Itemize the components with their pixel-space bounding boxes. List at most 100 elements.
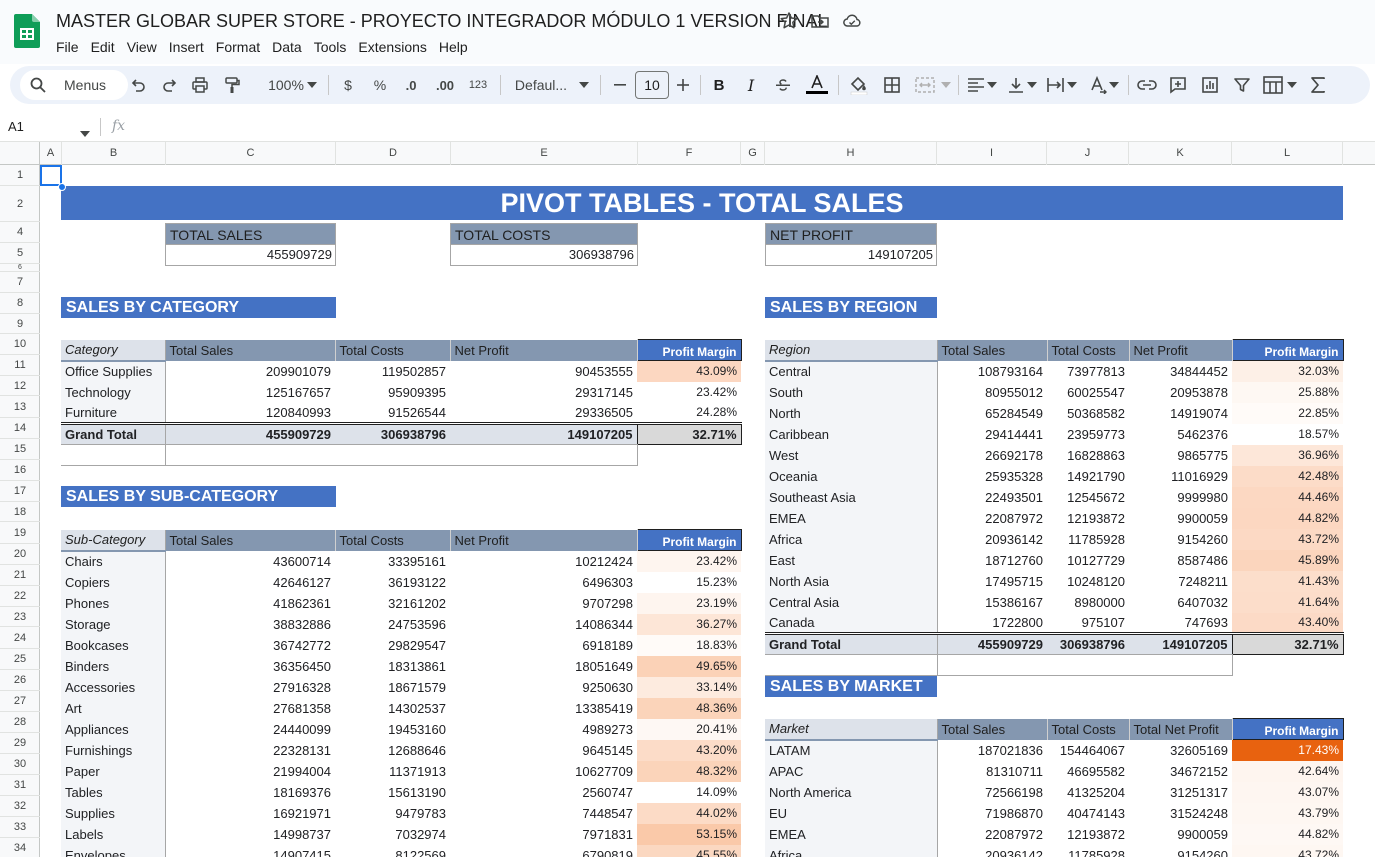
value-cell[interactable]: 23959773: [1047, 424, 1129, 445]
value-cell[interactable]: 32161202: [335, 593, 450, 614]
menu-file[interactable]: File: [56, 38, 85, 58]
column-header[interactable]: I: [937, 142, 1047, 165]
value-cell[interactable]: 149107205: [450, 422, 637, 445]
value-cell[interactable]: 19453160: [335, 719, 450, 740]
value-cell[interactable]: 18712760: [937, 550, 1047, 571]
value-cell[interactable]: 154464067: [1047, 740, 1129, 761]
value-cell[interactable]: 26692178: [937, 445, 1047, 466]
menu-format[interactable]: Format: [210, 38, 266, 58]
value-cell[interactable]: 27681358: [165, 698, 335, 719]
value-cell[interactable]: 36356450: [165, 656, 335, 677]
row-label-cell[interactable]: North: [765, 402, 938, 424]
row-header[interactable]: 7: [0, 272, 40, 293]
decrease-font-size-icon[interactable]: [613, 75, 627, 95]
kpi-net-profit-value[interactable]: 149107205: [765, 245, 937, 266]
row-label-cell[interactable]: APAC: [765, 760, 938, 782]
value-cell[interactable]: 108793164: [937, 361, 1047, 382]
profit-margin-cell[interactable]: 36.96%: [1232, 444, 1343, 466]
value-cell[interactable]: 10627709: [450, 761, 637, 782]
pivot-column-header[interactable]: Profit Margin: [636, 529, 742, 551]
value-cell[interactable]: 18169376: [165, 782, 335, 803]
value-cell[interactable]: 14921790: [1047, 466, 1129, 487]
chevron-down-icon[interactable]: [940, 75, 952, 95]
profit-margin-cell[interactable]: 45.55%: [637, 844, 741, 857]
menu-extensions[interactable]: Extensions: [352, 38, 432, 58]
value-cell[interactable]: 455909729: [165, 422, 335, 445]
value-cell[interactable]: 4989273: [450, 719, 637, 740]
row-label-cell[interactable]: Central: [765, 360, 938, 382]
profit-margin-cell[interactable]: 18.57%: [1232, 423, 1343, 445]
text-rotation-icon[interactable]: [1088, 75, 1108, 95]
row-header[interactable]: 21: [0, 565, 40, 586]
value-cell[interactable]: 12193872: [1047, 824, 1129, 845]
fill-color-icon[interactable]: [848, 75, 870, 95]
value-cell[interactable]: 9645145: [450, 740, 637, 761]
row-label-cell[interactable]: Labels: [61, 823, 166, 845]
value-cell[interactable]: 14086344: [450, 614, 637, 635]
value-cell[interactable]: 13385419: [450, 698, 637, 719]
column-header[interactable]: G: [741, 142, 765, 165]
row-header[interactable]: 30: [0, 754, 40, 775]
value-cell[interactable]: 7971831: [450, 824, 637, 845]
redo-icon[interactable]: [160, 75, 180, 95]
row-label-cell[interactable]: Supplies: [61, 802, 166, 824]
insert-link-icon[interactable]: [1136, 75, 1158, 95]
row-label-cell[interactable]: South: [765, 381, 938, 403]
chevron-down-icon[interactable]: [1108, 75, 1120, 95]
text-color-icon[interactable]: [806, 75, 828, 95]
row-header[interactable]: 4: [0, 222, 40, 243]
row-label-cell[interactable]: Central Asia: [765, 591, 938, 613]
pivot-column-header[interactable]: Total Sales: [937, 718, 1048, 740]
sheets-logo-icon[interactable]: [14, 14, 40, 48]
value-cell[interactable]: 34672152: [1129, 761, 1232, 782]
value-cell[interactable]: 455909729: [937, 632, 1047, 655]
row-label-cell[interactable]: Southeast Asia: [765, 486, 938, 508]
value-cell[interactable]: 38832886: [165, 614, 335, 635]
filter-views-icon[interactable]: [1262, 75, 1284, 95]
value-cell[interactable]: 747693: [1129, 613, 1232, 634]
value-cell[interactable]: 33395161: [335, 551, 450, 572]
pivot-column-header[interactable]: Net Profit: [1129, 339, 1233, 361]
row-label-cell[interactable]: Technology: [61, 381, 166, 403]
row-header[interactable]: 5: [0, 243, 40, 264]
row-label-cell[interactable]: Canada: [765, 612, 938, 634]
row-header[interactable]: 19: [0, 523, 40, 544]
profit-margin-cell[interactable]: 48.32%: [637, 760, 741, 782]
bold-button[interactable]: B: [711, 75, 727, 95]
value-cell[interactable]: 29414441: [937, 424, 1047, 445]
column-header[interactable]: A: [40, 142, 62, 165]
column-header[interactable]: J: [1047, 142, 1129, 165]
value-cell[interactable]: 29317145: [450, 382, 637, 403]
row-label-cell[interactable]: EMEA: [765, 507, 938, 529]
value-cell[interactable]: 41325204: [1047, 782, 1129, 803]
value-cell[interactable]: 40474143: [1047, 803, 1129, 824]
value-cell[interactable]: 15613190: [335, 782, 450, 803]
profit-margin-cell[interactable]: 48.36%: [637, 697, 741, 719]
chevron-down-icon[interactable]: [986, 75, 998, 95]
profit-margin-cell[interactable]: 42.64%: [1232, 760, 1343, 782]
font-family-select[interactable]: Defaul...: [510, 75, 572, 95]
pivot-column-header[interactable]: Total Costs: [335, 529, 451, 551]
value-cell[interactable]: 9250630: [450, 677, 637, 698]
select-all-corner[interactable]: [0, 142, 40, 165]
paint-format-icon[interactable]: [222, 75, 242, 95]
row-header[interactable]: 15: [0, 439, 40, 460]
row-header[interactable]: 25: [0, 649, 40, 670]
value-cell[interactable]: 90453555: [450, 361, 637, 382]
value-cell[interactable]: 9865775: [1129, 445, 1232, 466]
row-label-cell[interactable]: North Asia: [765, 570, 938, 592]
value-cell[interactable]: 18313861: [335, 656, 450, 677]
row-header[interactable]: 10: [0, 334, 40, 355]
row-label-cell[interactable]: Storage: [61, 613, 166, 635]
profit-margin-cell[interactable]: 43.72%: [1232, 528, 1343, 550]
value-cell[interactable]: 6918189: [450, 635, 637, 656]
category-section-title[interactable]: SALES BY CATEGORY: [61, 297, 336, 318]
profit-margin-cell[interactable]: 41.64%: [1232, 591, 1343, 613]
value-cell[interactable]: 14998737: [165, 824, 335, 845]
insert-comment-icon[interactable]: [1168, 75, 1188, 95]
value-cell[interactable]: 16828863: [1047, 445, 1129, 466]
value-cell[interactable]: 6496303: [450, 572, 637, 593]
value-cell[interactable]: 187021836: [937, 740, 1047, 761]
region-section-title[interactable]: SALES BY REGION: [765, 297, 937, 318]
row-header[interactable]: 12: [0, 376, 40, 396]
